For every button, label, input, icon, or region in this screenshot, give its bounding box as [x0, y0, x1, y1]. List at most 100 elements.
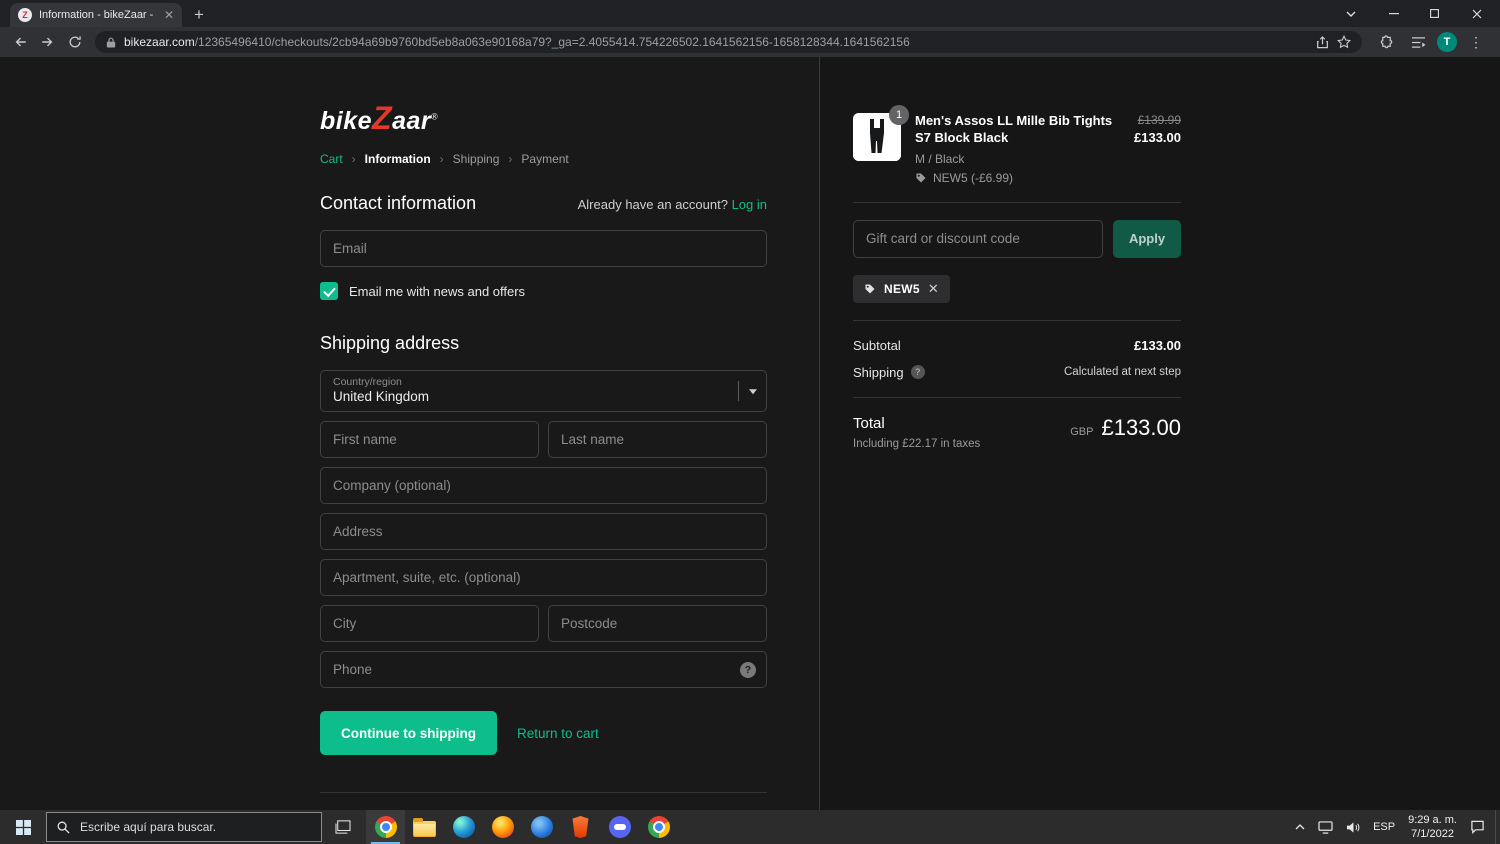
toolbar-right: T ⋮	[1369, 29, 1493, 55]
discount-chip-label: NEW5	[884, 281, 920, 296]
summary-divider	[853, 396, 1181, 398]
chevron-down-icon	[749, 389, 757, 395]
product-variant: M / Black	[915, 151, 965, 166]
checkout-page: bikeZaar® Cart › Information › Shipping …	[0, 57, 1500, 810]
logo-text-pre: bike	[320, 107, 373, 135]
brave-icon	[572, 816, 589, 838]
country-select[interactable]: Country/region United Kingdom	[320, 370, 767, 412]
volume-icon[interactable]	[1346, 821, 1360, 834]
breadcrumb: Cart › Information › Shipping › Payment	[320, 152, 767, 166]
tray-chevron-up-icon[interactable]	[1295, 824, 1305, 830]
chevron-separator-icon: ›	[508, 152, 513, 166]
tag-icon	[865, 284, 875, 294]
product-thumbnail: 1	[853, 105, 909, 161]
minimize-button[interactable]	[1374, 0, 1414, 27]
subtotal-label: Subtotal	[853, 337, 901, 353]
logo-text-accent: Z	[372, 100, 393, 136]
contact-heading: Contact information	[320, 193, 477, 213]
share-icon[interactable]	[1316, 35, 1329, 49]
breadcrumb-information: Information	[364, 152, 431, 166]
window-controls	[1336, 0, 1500, 27]
taskbar-search-box[interactable]: Escribe aquí para buscar.	[46, 812, 322, 842]
browser-tab[interactable]: Z Information - bikeZaar - Checko ✕	[10, 3, 182, 27]
order-summary-sidebar: 1 Men's Assos LL Mille Bib Tights S7 Blo…	[820, 57, 1500, 810]
back-button[interactable]	[7, 29, 34, 55]
first-name-field[interactable]	[320, 421, 539, 458]
email-field[interactable]	[320, 230, 767, 267]
summary-divider	[853, 319, 1181, 321]
taskbar-app-brave[interactable]	[561, 810, 600, 844]
taskbar-app-firefox[interactable]	[483, 810, 522, 844]
taskbar-search-placeholder: Escribe aquí para buscar.	[80, 820, 217, 834]
tab-title: Information - bikeZaar - Checko	[39, 9, 157, 21]
show-desktop-button[interactable]	[1495, 810, 1500, 844]
taskbar-app-file-explorer[interactable]	[405, 810, 444, 844]
phone-help-icon[interactable]: ?	[740, 661, 756, 678]
search-icon	[57, 821, 70, 834]
maximize-button[interactable]	[1414, 0, 1454, 27]
address-bar[interactable]: bikezaar.com/12365496410/checkouts/2cb94…	[95, 31, 1362, 53]
language-indicator[interactable]: ESP	[1373, 821, 1395, 833]
browser-toolbar: bikezaar.com/12365496410/checkouts/2cb94…	[0, 27, 1500, 57]
browser-menu-icon[interactable]: ⋮	[1463, 29, 1489, 55]
media-controls-icon[interactable]	[1405, 29, 1431, 55]
country-value: United Kingdom	[333, 388, 430, 404]
clock[interactable]: 9:29 a. m. 7/1/2022	[1408, 813, 1457, 842]
remove-discount-icon[interactable]: ✕	[928, 282, 939, 295]
login-link[interactable]: Log in	[732, 197, 767, 212]
tab-search-chevron-icon[interactable]	[1336, 0, 1366, 27]
address-field[interactable]	[320, 513, 767, 550]
phone-field[interactable]	[320, 651, 767, 688]
browser-tabstrip: Z Information - bikeZaar - Checko ✕ +	[0, 0, 1500, 27]
url-domain: bikezaar.com	[124, 35, 195, 49]
postcode-field[interactable]	[548, 605, 767, 642]
footer-divider	[320, 792, 767, 793]
task-view-button[interactable]	[322, 810, 364, 844]
new-tab-button[interactable]: +	[194, 6, 204, 23]
tab-favicon-icon: Z	[18, 8, 32, 22]
discount-chip: NEW5 ✕	[853, 274, 950, 303]
tag-icon	[916, 173, 926, 183]
country-label: Country/region	[333, 376, 402, 389]
return-to-cart-link[interactable]: Return to cart	[517, 726, 599, 741]
last-name-field[interactable]	[548, 421, 767, 458]
notifications-icon[interactable]	[1470, 820, 1485, 834]
breadcrumb-payment: Payment	[521, 152, 569, 166]
breadcrumb-cart[interactable]: Cart	[320, 152, 343, 166]
shipping-help-icon[interactable]: ?	[910, 365, 925, 380]
taskbar-app-chrome[interactable]	[366, 810, 405, 844]
close-window-button[interactable]	[1454, 0, 1500, 27]
account-prompt: Already have an account? Log in	[578, 197, 767, 212]
apartment-field[interactable]	[320, 559, 767, 596]
lock-icon[interactable]	[106, 36, 116, 49]
start-button[interactable]	[0, 810, 46, 844]
apply-discount-button[interactable]: Apply	[1113, 219, 1181, 258]
windows-taskbar: Escribe aquí para buscar. ESP 9:29 a. m.…	[0, 810, 1500, 844]
blue-app-icon	[530, 816, 553, 838]
url-path: /12365496410/checkouts/2cb94a69b9760bd5e…	[194, 35, 910, 49]
shipping-address-heading: Shipping address	[320, 333, 460, 353]
forward-button[interactable]	[34, 29, 61, 55]
newsletter-label: Email me with news and offers	[349, 283, 526, 299]
city-field[interactable]	[320, 605, 539, 642]
select-divider	[738, 381, 739, 401]
breadcrumb-shipping: Shipping	[452, 152, 500, 166]
clock-time: 9:29 a. m.	[1408, 813, 1457, 826]
newsletter-checkbox[interactable]	[320, 282, 338, 300]
taskbar-app-chrome-secondary[interactable]	[639, 810, 678, 844]
extensions-puzzle-icon[interactable]	[1373, 29, 1399, 55]
profile-avatar[interactable]: T	[1437, 32, 1457, 52]
taskbar-app-blue-app[interactable]	[522, 810, 561, 844]
company-field[interactable]	[320, 467, 767, 504]
continue-to-shipping-button[interactable]: Continue to shipping	[320, 711, 497, 755]
bookmark-star-icon[interactable]	[1337, 35, 1351, 49]
chevron-separator-icon: ›	[439, 152, 444, 166]
logo-trademark: ®	[431, 111, 439, 122]
discount-code-field[interactable]	[853, 219, 1103, 258]
taskbar-app-discord[interactable]	[600, 810, 639, 844]
tab-close-icon[interactable]: ✕	[164, 9, 174, 21]
refresh-button[interactable]	[61, 29, 88, 55]
network-icon[interactable]	[1318, 820, 1333, 834]
taskbar-app-edge[interactable]	[444, 810, 483, 844]
shipping-label: Shipping	[853, 364, 904, 380]
